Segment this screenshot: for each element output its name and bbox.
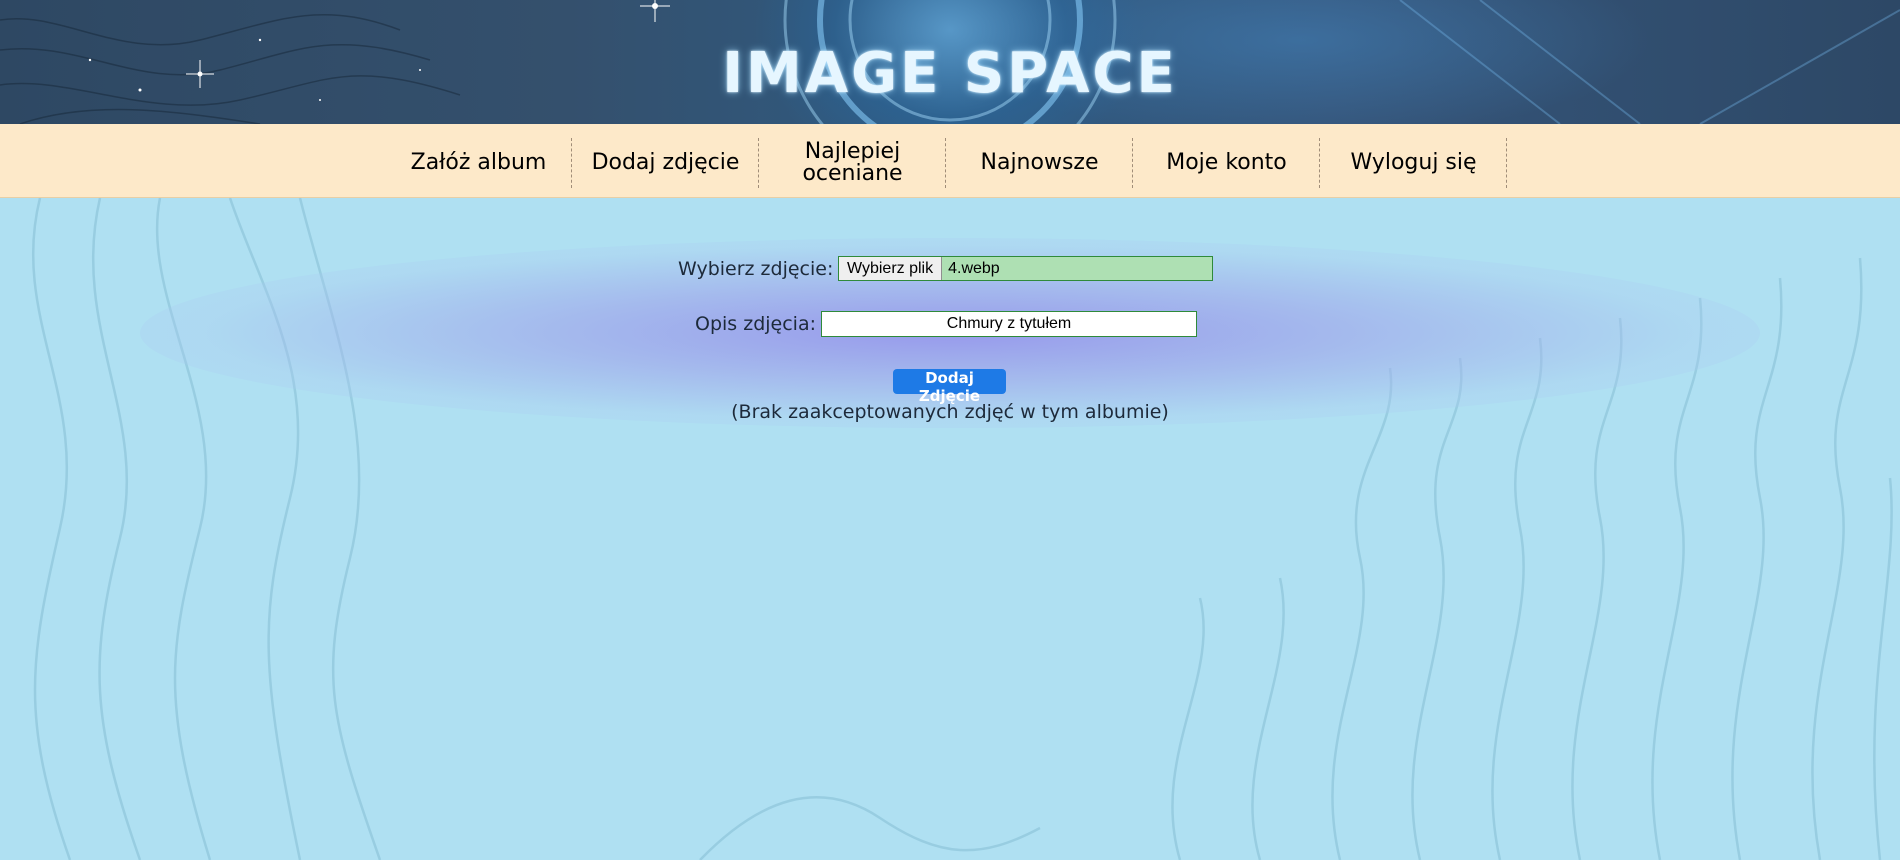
selected-file-name: 4.webp: [948, 259, 1000, 277]
nav-item-newest[interactable]: Najnowsze: [947, 138, 1133, 188]
site-logo[interactable]: IMAGE SPACE: [0, 44, 1900, 104]
description-label: Opis zdjęcia:: [695, 313, 817, 335]
nav-item-top-rated[interactable]: Najlepiej oceniane: [760, 138, 946, 188]
main-nav: Załóż album Dodaj zdjęcie Najlepiej ocen…: [0, 124, 1900, 198]
nav-item-add-photo[interactable]: Dodaj zdjęcie: [573, 138, 759, 188]
file-label: Wybierz zdjęcie:: [678, 258, 834, 280]
nav-item-create-album[interactable]: Załóż album: [386, 138, 572, 188]
choose-file-button[interactable]: Wybierz plik: [839, 257, 943, 280]
nav-item-logout[interactable]: Wyloguj się: [1321, 138, 1507, 188]
nav-list: Załóż album Dodaj zdjęcie Najlepiej ocen…: [386, 138, 1508, 188]
header-banner: IMAGE SPACE: [0, 0, 1900, 124]
main-content: [0, 198, 1900, 860]
empty-album-message: (Brak zaakceptowanych zdjęć w tym albumi…: [731, 401, 1169, 423]
file-picker[interactable]: Wybierz plik 4.webp: [838, 256, 1213, 281]
description-input[interactable]: [821, 311, 1197, 337]
add-photo-button[interactable]: Dodaj Zdjęcie: [893, 369, 1006, 405]
nav-item-my-account[interactable]: Moje konto: [1134, 138, 1320, 188]
